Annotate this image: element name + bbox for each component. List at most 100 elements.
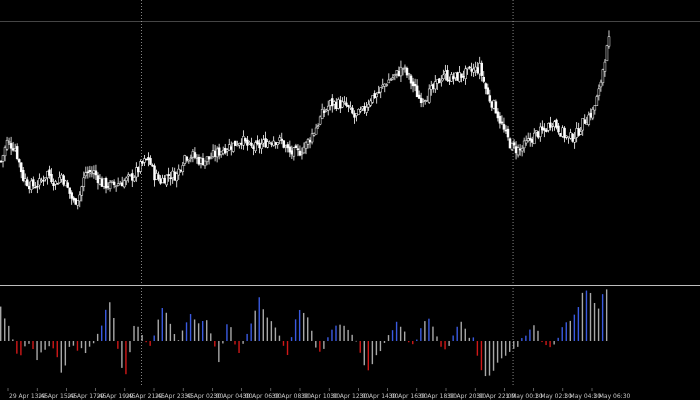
candle xyxy=(490,100,494,112)
oscillator-bar xyxy=(565,322,567,341)
candle xyxy=(26,176,29,187)
oscillator-bar xyxy=(460,321,462,341)
candle-body xyxy=(343,101,346,103)
candle-body xyxy=(244,138,247,142)
candle-body xyxy=(553,121,556,128)
candle-body xyxy=(205,156,209,162)
candle-body xyxy=(349,106,352,109)
candle-body xyxy=(114,185,118,188)
candle xyxy=(248,140,251,145)
oscillator-bar xyxy=(500,341,503,359)
candle xyxy=(331,94,334,113)
oscillator-bar xyxy=(529,329,531,341)
candle xyxy=(417,90,421,99)
oscillator-bar xyxy=(331,329,333,341)
candle xyxy=(48,165,51,179)
oscillator-bar xyxy=(294,319,297,341)
candle xyxy=(551,123,554,132)
candle-body xyxy=(30,180,33,190)
candle-body xyxy=(102,178,106,187)
oscillator-bar xyxy=(492,341,495,371)
candle xyxy=(407,72,411,80)
candle-body xyxy=(300,152,304,155)
candle xyxy=(575,122,578,143)
oscillator-bar xyxy=(476,341,479,356)
candle xyxy=(488,89,492,104)
candle xyxy=(246,136,249,151)
candle-body xyxy=(571,133,574,142)
candle-body xyxy=(595,96,599,106)
candle xyxy=(240,138,243,150)
oscillator-bar xyxy=(56,341,58,358)
candle xyxy=(72,196,75,203)
candle xyxy=(434,75,437,93)
candle xyxy=(106,182,110,191)
oscillator-bar xyxy=(129,341,131,353)
candle xyxy=(52,178,55,191)
candle-body xyxy=(240,142,243,145)
candle xyxy=(361,106,364,112)
candle-body xyxy=(7,141,11,143)
candle xyxy=(244,137,247,144)
candle xyxy=(318,115,322,126)
candle-body xyxy=(15,146,19,159)
candle xyxy=(403,64,407,73)
candle xyxy=(482,71,485,84)
candle-body xyxy=(470,68,473,72)
candle-body xyxy=(333,101,336,105)
candle xyxy=(456,71,459,81)
candle xyxy=(179,169,183,173)
oscillator-bar xyxy=(214,341,216,347)
candle-body xyxy=(359,109,362,112)
candle xyxy=(195,154,199,164)
candle-body xyxy=(195,156,199,159)
oscillator-bar xyxy=(432,326,434,341)
oscillator-bar xyxy=(64,341,67,366)
candle-body xyxy=(50,174,53,183)
candle xyxy=(583,114,586,124)
oscillator-bar xyxy=(20,341,22,356)
candle xyxy=(387,73,391,84)
candle-body xyxy=(254,142,257,152)
oscillator-bar xyxy=(577,307,580,341)
oscillator-bar xyxy=(141,334,143,341)
candle xyxy=(359,106,362,114)
chart-canvas[interactable]: 29 Apr 13:4529 Apr 15:4529 Apr 17:4529 A… xyxy=(0,0,700,400)
candle xyxy=(108,180,112,192)
oscillator-bar xyxy=(484,341,487,377)
candle-body xyxy=(112,181,116,186)
candle-body xyxy=(326,105,330,111)
candle xyxy=(92,165,96,179)
oscillator-bar xyxy=(335,325,337,341)
candle-body xyxy=(270,143,273,145)
candle xyxy=(272,136,275,147)
candle-body xyxy=(399,66,403,77)
trading-chart-window[interactable]: 29 Apr 13:45 29 Apr 15:45 29 Apr 17:45 29 A… xyxy=(0,0,700,400)
candle-body xyxy=(17,159,21,163)
candle xyxy=(605,44,609,62)
oscillator-bar xyxy=(408,341,410,343)
candle-body xyxy=(145,158,148,161)
candle xyxy=(421,98,425,108)
candle-body xyxy=(98,178,102,185)
candle xyxy=(573,132,576,149)
candle xyxy=(193,147,197,160)
candle-body xyxy=(58,177,61,184)
candle-body xyxy=(272,140,275,146)
candle-body xyxy=(415,85,419,98)
candle-body xyxy=(331,98,334,107)
candle xyxy=(492,99,496,110)
candle xyxy=(442,69,445,81)
candle-body xyxy=(466,67,469,70)
candle-body xyxy=(298,150,302,156)
candle-body xyxy=(201,158,205,166)
candle xyxy=(36,180,39,194)
candle-body xyxy=(322,110,326,113)
oscillator-bar xyxy=(387,335,390,341)
candle xyxy=(15,143,19,161)
candle xyxy=(373,90,376,99)
candle xyxy=(227,138,231,151)
candle-body xyxy=(405,67,409,76)
candle-body xyxy=(502,124,506,130)
oscillator-bar xyxy=(262,309,264,341)
